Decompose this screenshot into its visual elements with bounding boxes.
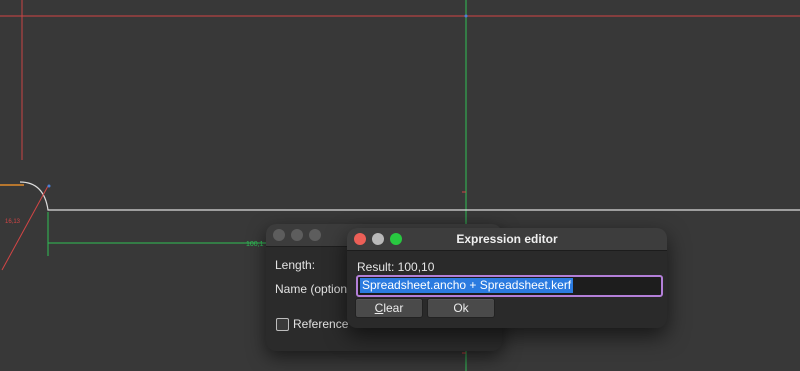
- close-icon[interactable]: [273, 229, 285, 241]
- constraint-marker: 16,13: [5, 219, 21, 225]
- clear-button-suffix: lear: [383, 301, 404, 315]
- zoom-icon[interactable]: [309, 229, 321, 241]
- minimize-icon[interactable]: [291, 229, 303, 241]
- sketch-edge: [19, 181, 800, 211]
- dialog-title: Expression editor: [456, 232, 558, 246]
- ok-button[interactable]: Ok: [427, 298, 495, 318]
- window-controls: [273, 229, 321, 241]
- expression-text[interactable]: Spreadsheet.ancho + Spreadsheet.kerf: [360, 278, 574, 293]
- expression-editor-titlebar[interactable]: Expression editor: [347, 228, 667, 251]
- dimension-label[interactable]: 100,1: [246, 241, 264, 248]
- constraint-diagonal: [1, 185, 49, 271]
- result-label: Result: 100,10: [357, 260, 435, 274]
- sketch-point: [47, 184, 51, 188]
- reference-label[interactable]: Reference: [293, 317, 348, 331]
- expression-editor-dialog: Expression editor Result: 100,10 Spreads…: [347, 228, 667, 328]
- length-label: Length:: [275, 258, 316, 272]
- reference-checkbox[interactable]: [276, 318, 289, 331]
- expression-input[interactable]: Spreadsheet.ancho + Spreadsheet.kerf: [356, 275, 663, 297]
- clear-button[interactable]: Clear: [355, 298, 423, 318]
- axis-point: [464, 14, 468, 18]
